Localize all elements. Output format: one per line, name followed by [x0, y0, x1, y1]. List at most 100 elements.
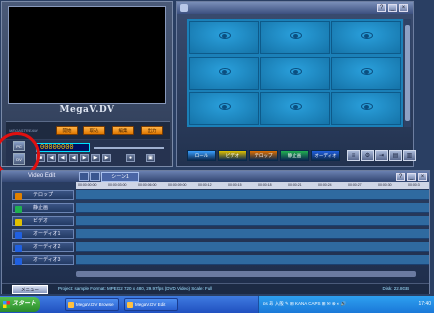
track-header[interactable]: オーディオ1: [12, 229, 74, 239]
close-icon[interactable]: ×: [399, 4, 408, 12]
track-lane[interactable]: [76, 229, 429, 239]
track-label: 静止画: [33, 205, 49, 211]
start-button[interactable]: スタート: [0, 297, 40, 312]
settings-icon[interactable]: ⚙: [361, 150, 374, 161]
ruler-tick: 00:00:00:00: [78, 183, 97, 187]
import-icon[interactable]: ⇥: [375, 150, 388, 161]
task-browse[interactable]: MegaV.DV Browse: [65, 298, 119, 311]
skip-back-icon[interactable]: ◀: [47, 154, 56, 162]
video-edit-title: Video Edit: [28, 173, 56, 179]
track-label: オーディオ1: [33, 231, 61, 237]
scene-nav-icon[interactable]: [79, 172, 89, 181]
ruler-tick: 00:00:30: [378, 183, 392, 187]
task-edit[interactable]: MegaV.DV Edit: [124, 298, 178, 311]
system-tray: ᴅs あ 入般 ✎ ⊞ KANA CAPS ⊞ ✉ ⊗ ◐ 🔊 17:40: [258, 296, 434, 313]
tab-video[interactable]: ビデオ: [218, 150, 247, 161]
timeline-track: テロップ: [12, 189, 429, 201]
timeline-track: オーディオ3: [12, 254, 429, 266]
tray-icons[interactable]: ᴅs あ 入般 ✎ ⊞ KANA CAPS ⊞ ✉ ⊗ ◐ 🔊: [263, 301, 346, 307]
taskbar: スタート MegaV.DV Browse MegaV.DV Edit ᴅs あ …: [0, 296, 434, 313]
ruler-tick: 00:00:03:00: [108, 183, 127, 187]
skip-forward-icon[interactable]: ▶: [102, 154, 111, 162]
step-forward-icon[interactable]: ▶: [91, 154, 100, 162]
media-thumbnail[interactable]: [260, 57, 330, 90]
help-icon[interactable]: ?: [396, 173, 405, 181]
track-lane[interactable]: [76, 190, 429, 200]
media-thumbnail[interactable]: [189, 57, 259, 90]
track-header[interactable]: オーディオ3: [12, 255, 74, 265]
clock: 17:40: [418, 301, 431, 307]
timeline-ruler[interactable]: 00:00:00:00 00:00:03:00 00:00:06:00 00:00:0…: [76, 182, 429, 189]
help-icon[interactable]: ?: [377, 4, 386, 12]
app-icon: [127, 302, 133, 308]
timeline-scrollbar[interactable]: [76, 271, 416, 277]
video-edit-statusbar: メニュー Project: sample Format: MPEG2 720 x…: [2, 283, 429, 294]
ruler-tick: 00:00:15: [228, 183, 242, 187]
media-thumbnail[interactable]: [331, 21, 401, 54]
ruler-tick: 00:00:3: [408, 183, 420, 187]
play-icon[interactable]: ▶: [80, 154, 89, 162]
ruler-tick: 00:00:12: [198, 183, 212, 187]
ruler-tick: 00:00:18: [258, 183, 272, 187]
track-header[interactable]: 静止画: [12, 203, 74, 213]
menu-button[interactable]: メニュー: [12, 285, 48, 294]
capture-mode-button[interactable]: 取込: [83, 126, 105, 135]
media-thumbnail[interactable]: [260, 92, 330, 125]
track-lane[interactable]: [76, 216, 429, 226]
ruler-tick: 00:00:06:00: [138, 183, 157, 187]
tab-audio[interactable]: オーディオ: [311, 150, 340, 161]
tab-scene-1[interactable]: シーン1: [101, 172, 139, 182]
output-mode-button[interactable]: 出力: [141, 126, 163, 135]
track-type-icon: [15, 232, 22, 239]
timecode-display: 00000000: [36, 143, 90, 152]
record-icon[interactable]: ●: [126, 154, 135, 162]
track-type-icon: [15, 219, 22, 226]
track-header[interactable]: テロップ: [12, 190, 74, 200]
windows-logo-icon: [3, 301, 10, 308]
media-thumbnail[interactable]: [260, 21, 330, 54]
video-edit-titlebar[interactable]: Video Edit シーン1 ? _ ×: [2, 171, 429, 182]
tab-still[interactable]: 静止画: [280, 150, 309, 161]
media-thumbnail[interactable]: [189, 21, 259, 54]
minimize-icon[interactable]: _: [407, 173, 416, 181]
properties-icon[interactable]: ▤: [389, 150, 402, 161]
track-header[interactable]: ビデオ: [12, 216, 74, 226]
video-preview-screen: [8, 6, 166, 104]
media-thumbnail[interactable]: [189, 92, 259, 125]
ruler-tick: 00:00:24: [318, 183, 332, 187]
delete-icon[interactable]: ▥: [403, 150, 416, 161]
tab-label: ロール: [194, 153, 209, 158]
tab-telop[interactable]: テロップ: [249, 150, 278, 161]
tab-label: 静止画: [287, 153, 302, 158]
track-type-icon: [15, 206, 22, 213]
seek-slider[interactable]: [94, 147, 164, 149]
track-lane[interactable]: [76, 203, 429, 213]
library-category-tabs: ロール ビデオ テロップ 静止画 オーディオ ≡ ⚙ ⇥ ▤ ▥: [187, 150, 416, 161]
rewind-icon[interactable]: ◀: [58, 154, 67, 162]
track-lane[interactable]: [76, 255, 429, 265]
app-icon: [68, 302, 74, 308]
track-lane[interactable]: [76, 242, 429, 252]
timeline-track: ビデオ: [12, 215, 429, 227]
video-edit-window: Video Edit シーン1 ? _ × 00:00:00:00 00:00:0…: [1, 170, 430, 294]
tab-roll[interactable]: ロール: [187, 150, 216, 161]
start-mode-button[interactable]: 開始: [56, 126, 78, 135]
list-view-icon[interactable]: ≡: [347, 150, 360, 161]
media-thumbnail[interactable]: [331, 92, 401, 125]
scene-add-icon[interactable]: [90, 172, 100, 181]
tab-label: テロップ: [254, 153, 273, 158]
library-window: ? _ × ロール ビデオ テロップ 静止画 オーディオ ≡ ⚙ ⇥ ▤ ▥: [176, 1, 416, 167]
track-type-icon: [15, 245, 22, 252]
track-label: オーディオ3: [33, 257, 61, 263]
track-header[interactable]: オーディオ2: [12, 242, 74, 252]
project-status: Project: sample Format: MPEG2 720 x 480,…: [58, 286, 213, 291]
media-thumbnail[interactable]: [331, 57, 401, 90]
minimize-icon[interactable]: _: [388, 4, 397, 12]
snapshot-icon[interactable]: ▣: [146, 154, 155, 162]
library-scrollbar[interactable]: [404, 19, 411, 127]
edit-mode-button[interactable]: 編集: [112, 126, 134, 135]
step-back-icon[interactable]: ◀: [69, 154, 78, 162]
track-type-icon: [15, 258, 22, 265]
library-titlebar[interactable]: ? _ ×: [177, 2, 413, 14]
close-icon[interactable]: ×: [418, 173, 427, 181]
